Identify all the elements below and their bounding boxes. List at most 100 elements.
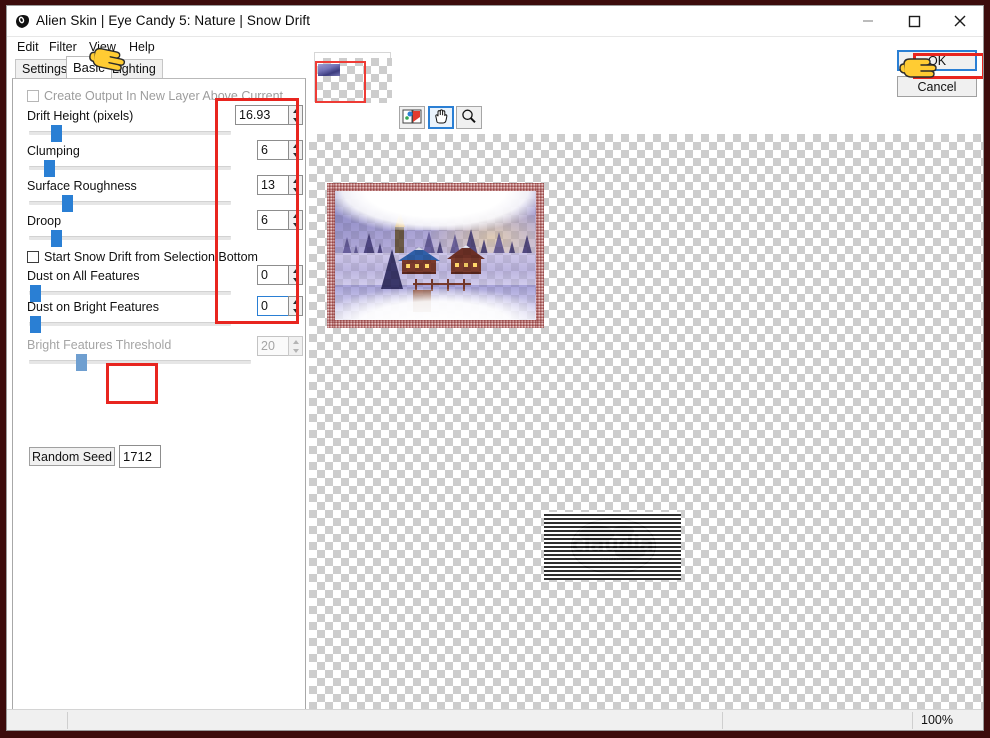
spinner-buttons-dust-all-features[interactable] xyxy=(288,265,303,285)
status-separator xyxy=(722,712,723,729)
spinner-up-icon[interactable] xyxy=(289,266,302,275)
checkbox-icon[interactable] xyxy=(27,90,39,102)
spinner-up-icon xyxy=(289,337,302,346)
input-dust-all-features[interactable] xyxy=(257,265,288,285)
menu-item-edit[interactable]: Edit xyxy=(13,39,43,55)
close-button[interactable] xyxy=(937,6,983,36)
spinner-down-icon[interactable] xyxy=(289,150,302,159)
artwork-image xyxy=(335,191,536,320)
maximize-icon xyxy=(908,15,920,27)
label-droop: Droop xyxy=(27,214,62,228)
slider-track-dust-all-features[interactable] xyxy=(29,291,231,295)
spinner-down-icon[interactable] xyxy=(289,275,302,284)
spinner-buttons-bright-features-threshold xyxy=(288,336,303,356)
navigator-viewport-rect[interactable] xyxy=(315,61,366,103)
checkbox-icon[interactable] xyxy=(27,251,39,263)
input-drift-height[interactable] xyxy=(235,105,288,125)
preview-artwork xyxy=(327,183,544,328)
minimize-icon xyxy=(863,20,873,22)
status-separator xyxy=(67,712,68,729)
spinner-buttons-drift-height[interactable] xyxy=(288,105,303,125)
image-canvas[interactable]: claudia creations xyxy=(309,134,983,710)
slider-track-surface-roughness[interactable] xyxy=(29,201,231,205)
spinner-buttons-surface-roughness[interactable] xyxy=(288,175,303,195)
spinner-up-icon[interactable] xyxy=(289,141,302,150)
input-droop[interactable] xyxy=(257,210,288,230)
input-dust-bright-features[interactable] xyxy=(257,296,288,316)
label-dust-bright-features: Dust on Bright Features xyxy=(27,300,160,314)
random-seed-button[interactable]: Random Seed xyxy=(29,447,115,466)
label-dust-all-features: Dust on All Features xyxy=(27,269,140,283)
screen-root: Alien Skin | Eye Candy 5: Nature | Snow … xyxy=(0,0,990,738)
spinner-surface-roughness[interactable] xyxy=(257,175,303,195)
status-zoom-level: 100% xyxy=(921,713,953,727)
spinner-down-icon[interactable] xyxy=(289,220,302,229)
watermark-stripes xyxy=(544,512,681,580)
spinner-clumping[interactable] xyxy=(257,140,303,160)
label-drift-height: Drift Height (pixels) xyxy=(27,109,134,123)
snow-drift-top xyxy=(335,191,536,230)
close-icon xyxy=(954,15,966,27)
slider-thumb-droop[interactable] xyxy=(51,230,62,247)
spinner-buttons-clumping[interactable] xyxy=(288,140,303,160)
spinner-up-icon[interactable] xyxy=(289,297,302,306)
input-surface-roughness[interactable] xyxy=(257,175,288,195)
tab-lighting[interactable]: Lighting xyxy=(105,59,163,78)
hand-pan-button[interactable] xyxy=(428,106,454,129)
input-bright-features-threshold xyxy=(257,336,288,356)
menu-item-help[interactable]: Help xyxy=(125,39,159,55)
tab-strip: Settings Basic Lighting xyxy=(7,56,305,78)
slider-track-dust-bright-features[interactable] xyxy=(29,322,231,326)
spinner-dust-bright-features[interactable] xyxy=(257,296,303,316)
spinner-dust-all-features[interactable] xyxy=(257,265,303,285)
spinner-up-icon[interactable] xyxy=(289,176,302,185)
menu-item-view[interactable]: View xyxy=(85,39,120,55)
spinner-bright-features-threshold xyxy=(257,336,303,356)
spinner-drift-height[interactable] xyxy=(235,105,303,125)
slider-thumb-dust-bright-features[interactable] xyxy=(30,316,41,333)
preview-pane: claudia creations xyxy=(309,40,983,710)
slider-thumb-clumping[interactable] xyxy=(44,160,55,177)
create-output-checkbox-row[interactable]: Create Output In New Layer Above Current xyxy=(27,89,283,103)
random-seed-input[interactable] xyxy=(119,445,161,468)
label-clumping: Clumping xyxy=(27,144,80,158)
spinner-down-icon[interactable] xyxy=(289,115,302,124)
compare-before-after-button[interactable] xyxy=(399,106,425,129)
slider-track-bright-features-threshold xyxy=(29,360,251,364)
create-output-label: Create Output In New Layer Above Current xyxy=(44,89,284,103)
spinner-buttons-droop[interactable] xyxy=(288,210,303,230)
status-separator xyxy=(912,712,913,729)
compare-before-after-icon xyxy=(402,109,422,123)
application-window: Alien Skin | Eye Candy 5: Nature | Snow … xyxy=(6,5,984,731)
status-bar: 100% xyxy=(7,709,983,730)
start-snow-drift-checkbox-row[interactable]: Start Snow Drift from Selection Bottom xyxy=(27,250,258,264)
spinner-down-icon[interactable] xyxy=(289,306,302,315)
spinner-droop[interactable] xyxy=(257,210,303,230)
dialog-actions: OK Cancel xyxy=(897,50,977,97)
spinner-down-icon[interactable] xyxy=(289,185,302,194)
watermark-logo: claudia creations xyxy=(544,512,681,580)
tab-basic[interactable]: Basic xyxy=(66,56,112,78)
slider-thumb-surface-roughness[interactable] xyxy=(62,195,73,212)
label-bright-features-threshold: Bright Features Threshold xyxy=(27,338,172,352)
ok-button[interactable]: OK xyxy=(897,50,977,71)
slider-track-clumping[interactable] xyxy=(29,166,231,170)
spinner-up-icon[interactable] xyxy=(289,106,302,115)
cancel-button[interactable]: Cancel xyxy=(897,76,977,97)
spinner-buttons-dust-bright-features[interactable] xyxy=(288,296,303,316)
title-bar: Alien Skin | Eye Candy 5: Nature | Snow … xyxy=(7,6,983,37)
minimize-button[interactable] xyxy=(845,6,891,36)
parameter-panel: Create Output In New Layer Above Current… xyxy=(12,78,306,710)
start-snow-drift-label: Start Snow Drift from Selection Bottom xyxy=(44,250,258,264)
menu-item-filter[interactable]: Filter xyxy=(45,39,81,55)
navigator-thumbnail[interactable] xyxy=(314,52,392,103)
label-surface-roughness: Surface Roughness xyxy=(27,179,137,193)
zoom-magnifier-button[interactable] xyxy=(456,106,482,129)
slider-thumb-drift-height[interactable] xyxy=(51,125,62,142)
alien-skin-icon xyxy=(14,13,31,30)
input-clumping[interactable] xyxy=(257,140,288,160)
maximize-button[interactable] xyxy=(891,6,937,36)
snow-drift-bottom xyxy=(335,289,536,320)
spinner-up-icon[interactable] xyxy=(289,211,302,220)
hand-pan-icon xyxy=(435,109,448,124)
